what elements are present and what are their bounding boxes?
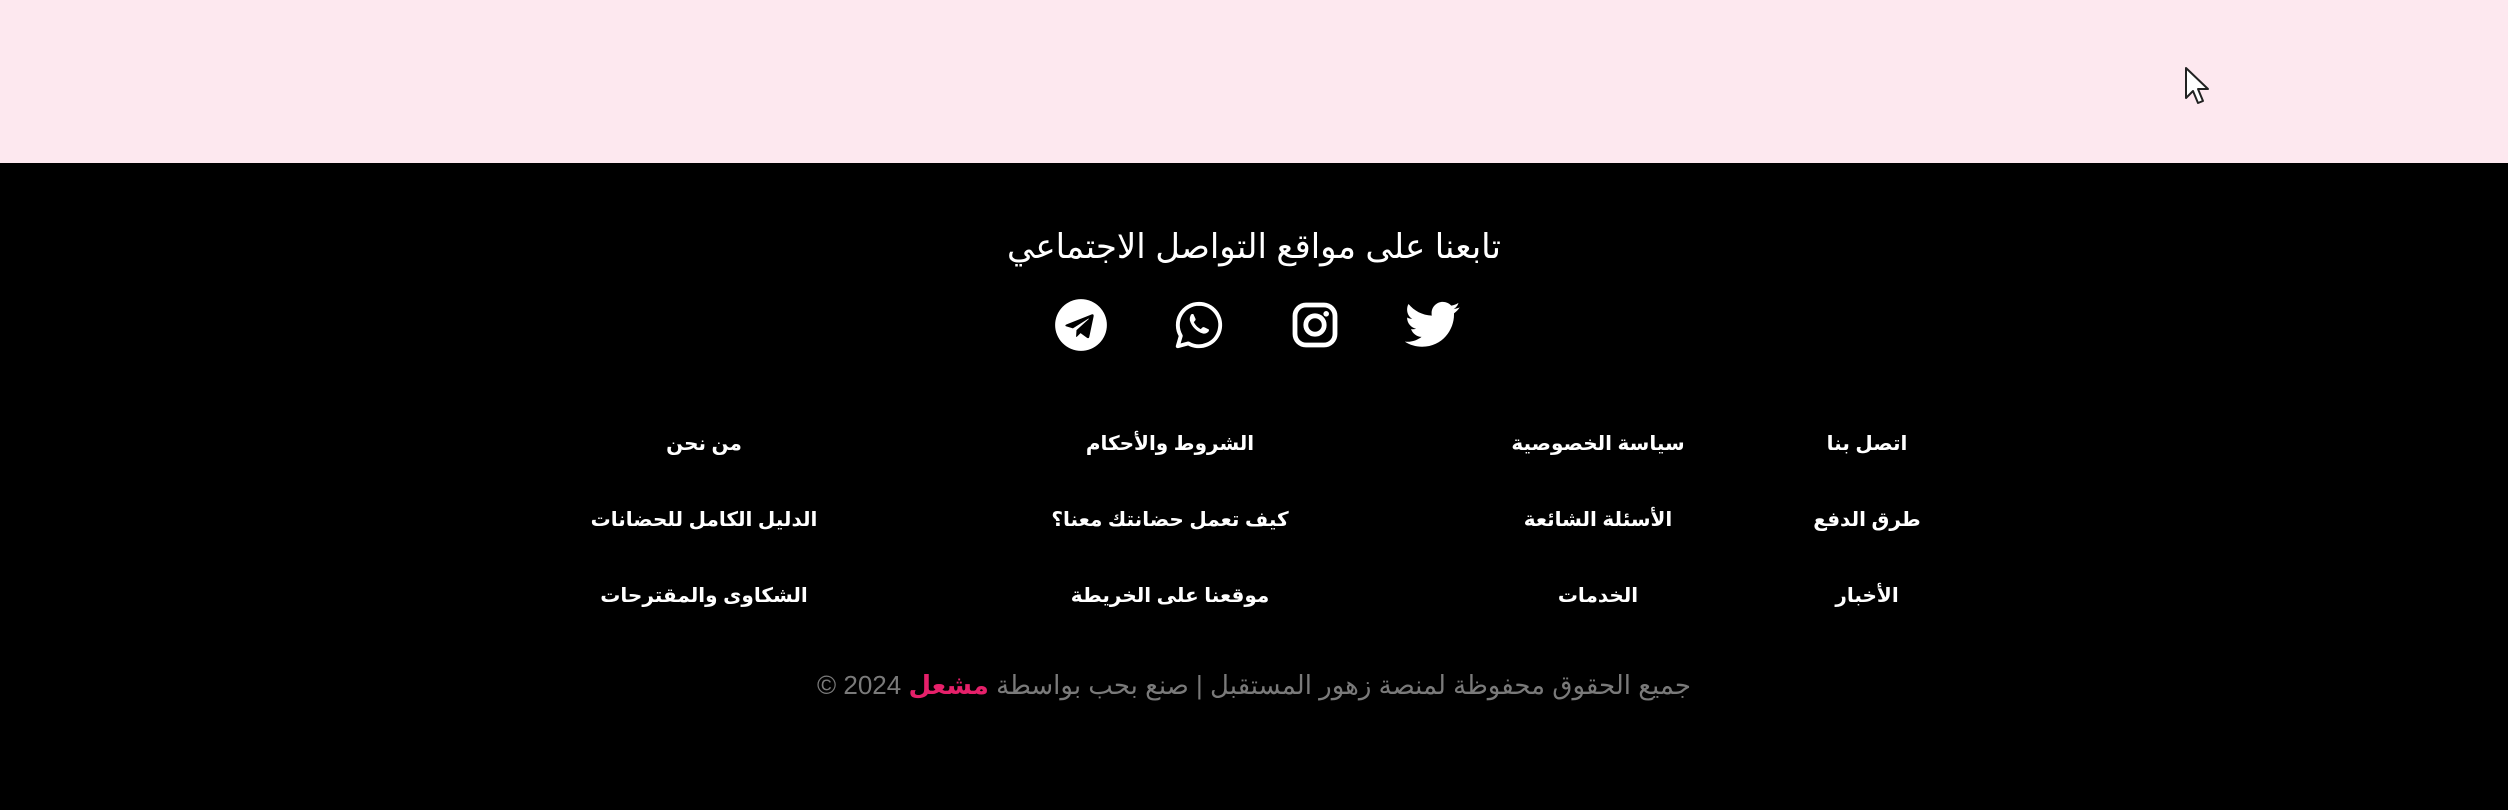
copyright-brand-link[interactable]: مشعل <box>908 670 988 700</box>
footer-link-privacy-policy[interactable]: سياسة الخصوصية <box>1511 431 1684 456</box>
copyright-text: جميع الحقوق محفوظة لمنصة زهور المستقبل |… <box>996 670 1691 700</box>
site-footer: تابعنا على مواقع التواصل الاجتماعي اتصل … <box>0 163 2508 810</box>
footer-link-faq[interactable]: الأسئلة الشائعة <box>1524 507 1673 532</box>
footer-link-nursery-guide[interactable]: الدليل الكامل للحضانات <box>591 507 818 532</box>
footer-link-contact-us[interactable]: اتصل بنا <box>1827 431 1908 456</box>
copyright-notice: جميع الحقوق محفوظة لمنصة زهور المستقبل |… <box>0 670 2508 701</box>
footer-link-news[interactable]: الأخبار <box>1835 583 1898 608</box>
page-content-bottom <box>0 0 2508 163</box>
telegram-icon[interactable] <box>1052 296 1110 354</box>
copyright-year: 2024 © <box>816 670 902 700</box>
footer-link-terms[interactable]: الشروط والأحكام <box>1086 431 1254 456</box>
social-links <box>0 296 2508 354</box>
footer-link-map-location[interactable]: موقعنا على الخريطة <box>1071 583 1270 608</box>
footer-link-services[interactable]: الخدمات <box>1558 583 1638 608</box>
mouse-cursor-icon <box>2185 67 2209 104</box>
footer-link-about-us[interactable]: من نحن <box>666 431 742 456</box>
footer-link-complaints[interactable]: الشكاوى والمقترحات <box>600 583 807 608</box>
footer-links-panel: اتصل بنا سياسة الخصوصية الشروط والأحكام … <box>478 409 2038 635</box>
footer-link-payment-methods[interactable]: طرق الدفع <box>1813 507 1920 532</box>
twitter-icon[interactable] <box>1404 296 1462 354</box>
whatsapp-icon[interactable] <box>1170 296 1228 354</box>
follow-us-title: تابعنا على مواقع التواصل الاجتماعي <box>1007 228 1501 266</box>
instagram-icon[interactable] <box>1286 296 1344 354</box>
footer-link-how-it-works[interactable]: كيف تعمل حضانتك معنا؟ <box>1051 507 1288 532</box>
